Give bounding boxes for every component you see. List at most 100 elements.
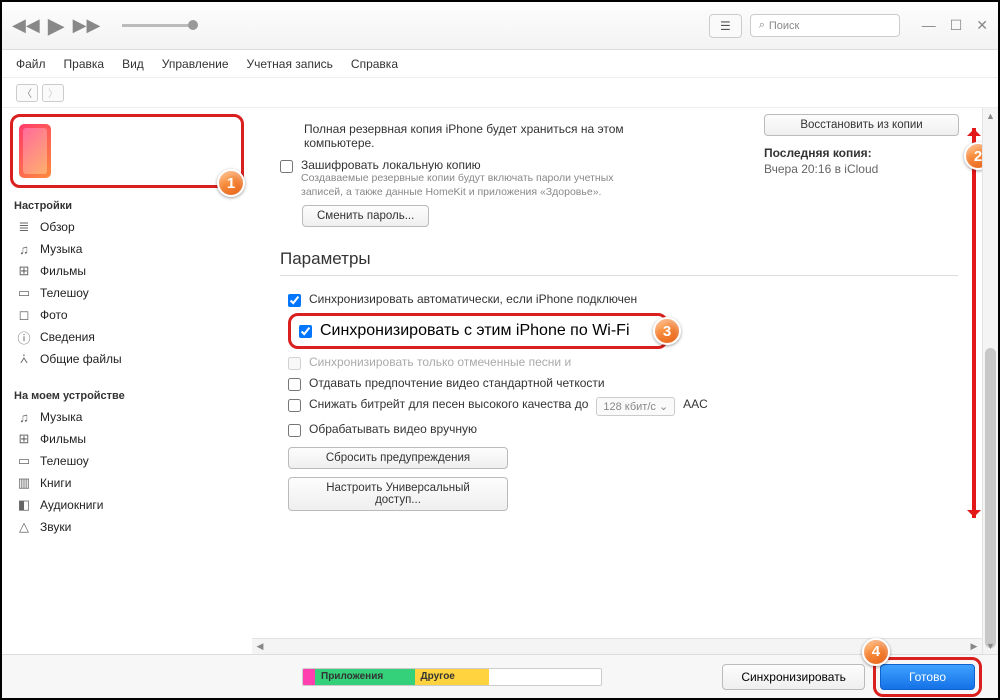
scroll-up-icon[interactable]: ▲	[983, 108, 998, 124]
options-title: Параметры	[280, 249, 958, 269]
next-icon[interactable]: ▶▶	[73, 15, 101, 36]
sidebar-settings-item-icon-6: ⩑	[16, 352, 32, 366]
volume-slider[interactable]	[122, 24, 192, 27]
menu-edit[interactable]: Правка	[64, 57, 105, 71]
search-placeholder: Поиск	[769, 20, 799, 32]
nav-row: 〈 〉	[2, 78, 998, 108]
reset-warnings-button[interactable]: Сбросить предупреждения	[288, 447, 508, 469]
change-password-button[interactable]: Сменить пароль...	[302, 205, 429, 227]
prefer-sd-checkbox[interactable]	[288, 378, 301, 391]
prefer-sd-row[interactable]: Отдавать предпочтение видео стандартной …	[288, 376, 958, 391]
back-button[interactable]: 〈	[16, 84, 38, 102]
encrypt-note: Создаваемые резервные копии будут включа…	[301, 172, 641, 199]
only-checked-checkbox	[288, 357, 301, 370]
sidebar-settings-item-label-3: Телешоу	[40, 286, 89, 300]
sidebar-device-item-3[interactable]: ▥ Книги	[10, 472, 244, 494]
prev-icon[interactable]: ◀◀	[12, 15, 40, 36]
sidebar-settings-item-6[interactable]: ⩑ Общие файлы	[10, 348, 244, 370]
close-button[interactable]: ✕	[976, 17, 988, 34]
auto-sync-row[interactable]: Синхронизировать автоматически, если iPh…	[288, 292, 958, 307]
sidebar-device-item-icon-3: ▥	[16, 476, 32, 490]
sidebar-device-item-icon-1: ⊞	[16, 432, 32, 446]
minimize-button[interactable]: —	[922, 17, 936, 34]
wifi-sync-label: Синхронизировать с этим iPhone по Wi-Fi	[320, 322, 630, 340]
sidebar-device-item-icon-5: △	[16, 520, 32, 534]
sidebar-settings-item-icon-3: ▭	[16, 286, 32, 300]
sidebar-device-item-label-3: Книги	[40, 476, 71, 490]
sidebar-device-item-4[interactable]: ◧Аудиокниги	[10, 494, 244, 516]
sidebar-settings-item-5[interactable]: ⓘСведения	[10, 326, 244, 348]
maximize-button[interactable]: ☐	[950, 17, 963, 34]
sidebar-settings-item-label-4: Фото	[40, 308, 68, 322]
sidebar-settings-item-4[interactable]: ◻ Фото	[10, 304, 244, 326]
done-highlight: Готово 4	[873, 657, 982, 697]
scroll-down-icon[interactable]: ▼	[983, 638, 998, 654]
content-pane: Полная резервная копия iPhone будет хран…	[252, 108, 998, 654]
storage-apps: Приложения	[315, 669, 415, 685]
wifi-sync-checkbox[interactable]	[299, 325, 312, 338]
lower-bitrate-label: Снижать битрейт для песен высокого качес…	[309, 397, 588, 411]
storage-bar: Приложения Другое	[302, 668, 602, 686]
menu-controls[interactable]: Управление	[162, 57, 229, 71]
vertical-scrollbar[interactable]: ▲ ▼	[982, 108, 998, 654]
divider	[280, 275, 958, 276]
sidebar-header-settings: Настройки	[10, 194, 244, 216]
wifi-sync-row[interactable]: Синхронизировать с этим iPhone по Wi-Fi …	[288, 313, 668, 349]
search-icon: ⌕	[759, 19, 765, 32]
sidebar-device-item-label-2: Телешоу	[40, 454, 89, 468]
menu-file[interactable]: Файл	[16, 57, 46, 71]
menu-account[interactable]: Учетная запись	[247, 57, 333, 71]
scroll-left-icon[interactable]: ◀	[252, 639, 268, 654]
device-summary[interactable]: 1	[10, 114, 244, 188]
playback-controls: ◀◀ ▶ ▶▶	[12, 13, 192, 39]
sidebar-device-item-1[interactable]: ⊞ Фильмы	[10, 428, 244, 450]
sync-button[interactable]: Синхронизировать	[722, 664, 865, 690]
sidebar-settings-item-icon-4: ◻	[16, 308, 32, 322]
sidebar-settings-item-label-6: Общие файлы	[40, 352, 122, 366]
lower-bitrate-row[interactable]: Снижать битрейт для песен высокого качес…	[288, 397, 958, 416]
menubar: Файл Правка Вид Управление Учетная запис…	[2, 50, 998, 78]
annotation-badge-3: 3	[653, 317, 681, 345]
sidebar-settings-item-2[interactable]: ⊞Фильмы	[10, 260, 244, 282]
bitrate-select[interactable]: 128 кбит/с ⌄	[596, 397, 675, 416]
last-backup-value: Вчера 20:16 в iCloud	[764, 162, 964, 176]
annotation-scroll-arrow	[972, 128, 976, 518]
sidebar-settings-item-1[interactable]: ♫ Музыка	[10, 238, 244, 260]
universal-access-button[interactable]: Настроить Универсальный доступ...	[288, 477, 508, 511]
manual-video-checkbox[interactable]	[288, 424, 301, 437]
last-backup-label: Последняя копия:	[764, 146, 964, 160]
sidebar-settings-item-icon-1: ♫	[16, 242, 32, 256]
sidebar-device-item-0[interactable]: ♫Музыка	[10, 406, 244, 428]
sidebar-device-item-2[interactable]: ▭Телешоу	[10, 450, 244, 472]
main-area: 1 Настройки ≣Обзор ♫ Музыка ⊞ Фильмы ▭ Телешоу…	[2, 108, 998, 654]
scroll-thumb[interactable]	[985, 348, 996, 648]
sidebar-settings-item-3[interactable]: ▭ Телешоу	[10, 282, 244, 304]
done-button[interactable]: Готово	[880, 664, 975, 690]
manual-video-row[interactable]: Обрабатывать видео вручную	[288, 422, 958, 437]
menu-view[interactable]: Вид	[122, 57, 144, 71]
restore-backup-button[interactable]: Восстановить из копии	[764, 114, 959, 136]
annotation-badge-4: 4	[862, 638, 890, 666]
search-input[interactable]: ⌕ Поиск	[750, 14, 900, 37]
sidebar-device-item-label-5: Звуки	[40, 520, 71, 534]
menu-help[interactable]: Справка	[351, 57, 398, 71]
bitrate-format: AAC	[683, 397, 708, 411]
only-checked-label: Синхронизировать только отмеченные песни…	[309, 355, 571, 369]
encrypt-checkbox[interactable]	[280, 160, 293, 173]
device-thumbnail-icon	[19, 124, 51, 178]
sidebar: 1 Настройки ≣Обзор ♫ Музыка ⊞ Фильмы ▭ Телешоу…	[2, 108, 252, 654]
sidebar-device-item-icon-0: ♫	[16, 410, 32, 424]
lower-bitrate-checkbox[interactable]	[288, 399, 301, 412]
sidebar-device-item-label-1: Фильмы	[40, 432, 86, 446]
scroll-right-icon[interactable]: ▶	[966, 639, 982, 654]
sidebar-settings-item-label-0: Обзор	[40, 220, 75, 234]
forward-button[interactable]: 〉	[42, 84, 64, 102]
play-icon[interactable]: ▶	[48, 13, 65, 39]
sidebar-header-device: На моем устройстве	[10, 384, 244, 406]
sidebar-device-item-5[interactable]: △ Звуки	[10, 516, 244, 538]
sidebar-settings-item-0[interactable]: ≣Обзор	[10, 216, 244, 238]
auto-sync-checkbox[interactable]	[288, 294, 301, 307]
backup-right-col: Восстановить из копии Последняя копия: В…	[764, 114, 964, 176]
sidebar-settings-item-label-1: Музыка	[40, 242, 82, 256]
list-view-button[interactable]: ☰	[709, 14, 742, 38]
